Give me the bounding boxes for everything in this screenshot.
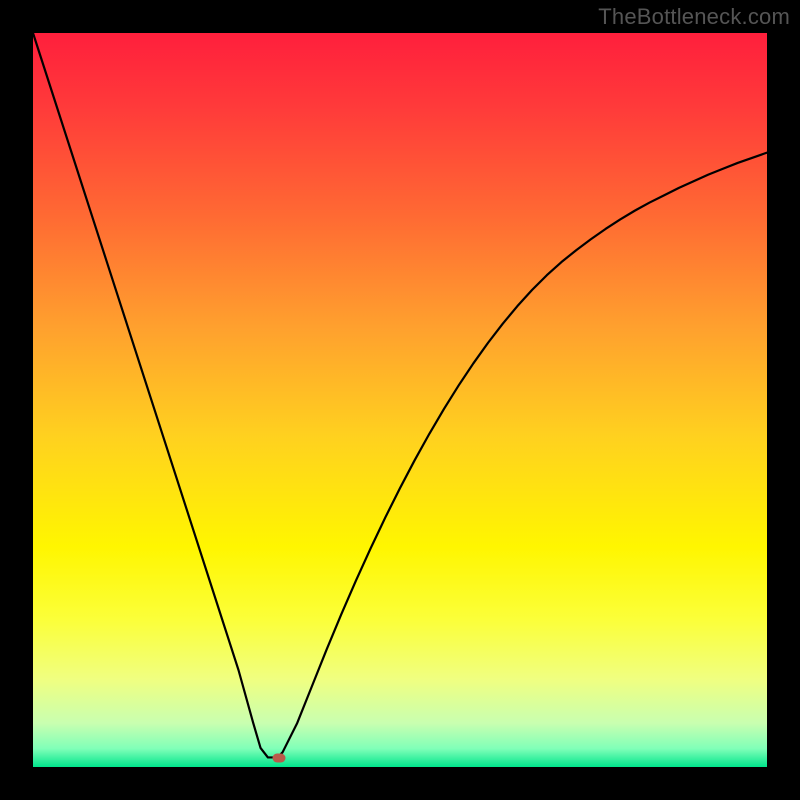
plot-area bbox=[33, 33, 767, 767]
chart-frame: TheBottleneck.com bbox=[0, 0, 800, 800]
watermark-text: TheBottleneck.com bbox=[598, 4, 790, 30]
optimal-point-marker bbox=[272, 754, 285, 763]
curve-layer bbox=[33, 33, 767, 767]
bottleneck-curve bbox=[33, 33, 767, 757]
